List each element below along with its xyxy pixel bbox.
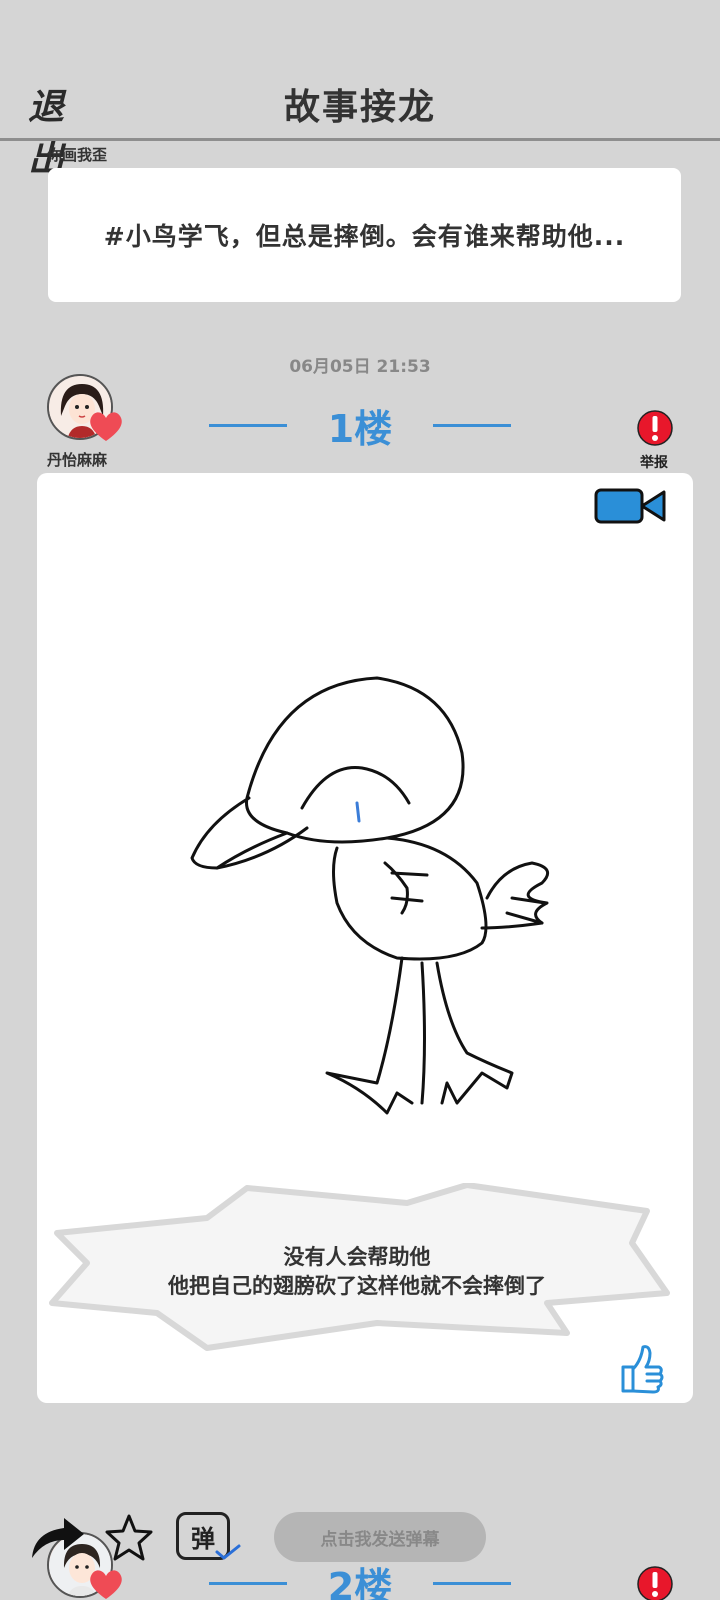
floor-divider-left-2 bbox=[209, 1582, 287, 1585]
heart-icon-2 bbox=[90, 1570, 122, 1599]
floor-divider-right bbox=[433, 424, 511, 427]
danmaku-input[interactable]: 点击我发送弹幕 bbox=[274, 1512, 486, 1562]
topic-card: #小鸟学飞，但总是摔倒。会有谁来帮助他... bbox=[48, 168, 681, 302]
drawing-card: 没有人会帮助他 他把自己的翅膀砍了这样他就不会摔倒了 bbox=[37, 473, 693, 1403]
bird-drawing bbox=[190, 676, 550, 1115]
author-name[interactable]: 丹怡麻麻 bbox=[47, 449, 107, 470]
thumbs-up-icon[interactable] bbox=[619, 1341, 665, 1395]
category-label: 你画我歪 bbox=[47, 146, 108, 164]
report-icon-2[interactable] bbox=[637, 1564, 673, 1600]
floor-label-2: 2楼 bbox=[327, 1565, 393, 1600]
post-timestamp: 06月05日 21:53 bbox=[289, 357, 431, 377]
danmaku-toggle[interactable]: 弹 bbox=[176, 1512, 242, 1562]
header-divider bbox=[0, 138, 720, 141]
caption-line-1: 没有人会帮助他 bbox=[283, 1245, 431, 1269]
check-icon bbox=[215, 1544, 241, 1560]
star-icon[interactable] bbox=[104, 1512, 154, 1562]
floor-divider-left bbox=[209, 424, 287, 427]
floor-divider-right-2 bbox=[433, 1582, 511, 1585]
video-camera-icon[interactable] bbox=[594, 486, 668, 526]
topic-text: #小鸟学飞，但总是摔倒。会有谁来帮助他... bbox=[103, 222, 626, 251]
heart-icon bbox=[90, 412, 122, 441]
share-icon[interactable] bbox=[28, 1514, 86, 1560]
report-icon[interactable] bbox=[637, 408, 673, 448]
page-title: 故事接龙 bbox=[283, 87, 436, 128]
floor-label: 1楼 bbox=[327, 407, 393, 451]
caption-text: 没有人会帮助他 他把自己的翅膀砍了这样他就不会摔倒了 bbox=[77, 1243, 637, 1301]
report-label[interactable]: 举报 bbox=[640, 452, 668, 472]
caption-line-2: 他把自己的翅膀砍了这样他就不会摔倒了 bbox=[168, 1274, 546, 1298]
